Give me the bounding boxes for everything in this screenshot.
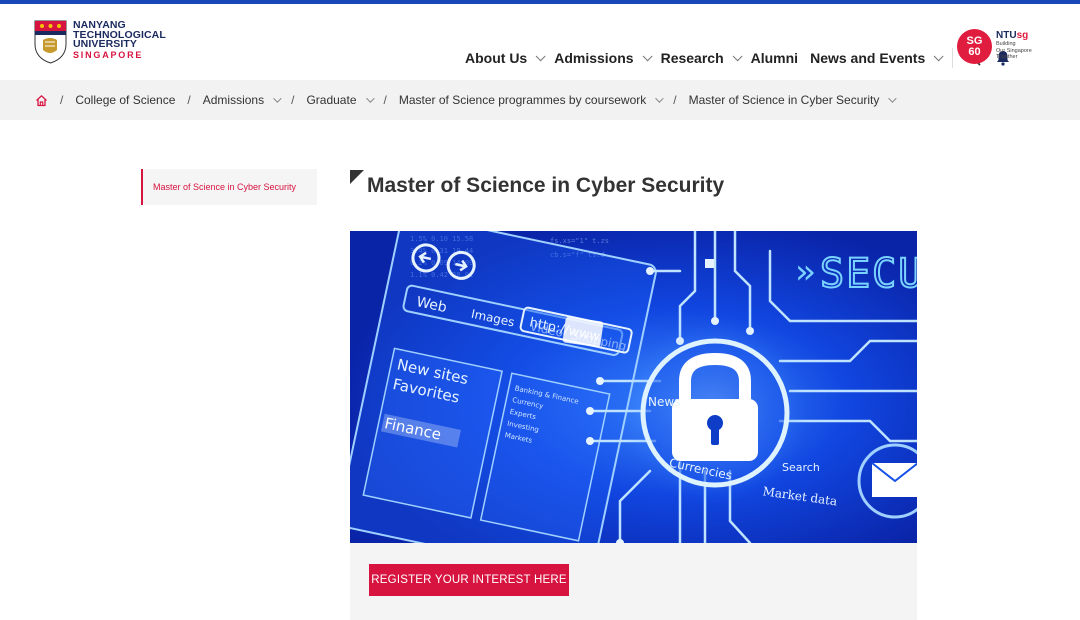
breadcrumb-separator: / bbox=[187, 93, 191, 107]
site-header: NANYANG TECHNOLOGICAL UNIVERSITY SINGAPO… bbox=[0, 4, 1080, 80]
main-nav: About Us Admissions Research Alumni News… bbox=[465, 48, 1023, 68]
svg-text:fs.xs="1" t.zs: fs.xs="1" t.zs bbox=[550, 237, 609, 245]
breadcrumb-separator: / bbox=[60, 93, 64, 107]
hero-text-news: News bbox=[648, 395, 680, 409]
nav-divider bbox=[952, 48, 954, 68]
ntusg-suffix: sg bbox=[1016, 30, 1029, 41]
nav-admissions[interactable]: Admissions bbox=[554, 50, 653, 66]
chevron-down-icon bbox=[273, 94, 282, 103]
chevron-down-icon bbox=[655, 94, 664, 103]
breadcrumb-college-of-science[interactable]: College of Science bbox=[75, 93, 175, 107]
breadcrumb-label: Master of Science programmes by coursewo… bbox=[398, 93, 647, 107]
breadcrumb-admissions[interactable]: Admissions bbox=[202, 93, 282, 107]
nav-alumni-label: Alumni bbox=[750, 50, 799, 66]
sidebar-item-label: Master of Science in Cyber Security bbox=[153, 182, 297, 192]
breadcrumb-separator: / bbox=[673, 93, 677, 107]
breadcrumb: / College of Science / Admissions / Grad… bbox=[0, 80, 1080, 120]
nav-about-us[interactable]: About Us bbox=[465, 50, 546, 66]
register-interest-button[interactable]: REGISTER YOUR INTEREST HERE bbox=[369, 564, 569, 596]
nav-news-label: News and Events bbox=[810, 50, 926, 66]
nav-news-and-events[interactable]: News and Events bbox=[810, 50, 944, 66]
logo-line3: UNIVERSITY bbox=[73, 38, 138, 50]
hero-image: 1.5% 0.10 15.58 3.4% 0.31 19.44 0.2% 0.0… bbox=[350, 231, 917, 543]
hero-text-search: Search bbox=[782, 461, 820, 474]
breadcrumb-label: Admissions bbox=[202, 93, 265, 107]
sg60-badge[interactable]: SG 60 bbox=[957, 29, 992, 64]
ntu-logo[interactable]: NANYANG TECHNOLOGICAL UNIVERSITY SINGAPO… bbox=[34, 20, 166, 64]
hero-text-secur-word: SECUR bbox=[820, 251, 917, 297]
breadcrumb-separator: / bbox=[291, 93, 295, 107]
nav-research-label: Research bbox=[660, 50, 724, 66]
chevron-down-icon bbox=[933, 50, 944, 61]
title-corner-mark bbox=[350, 170, 364, 184]
breadcrumb-label: College of Science bbox=[75, 93, 176, 107]
nav-research[interactable]: Research bbox=[660, 50, 743, 66]
cyber-security-illustration: 1.5% 0.10 15.58 3.4% 0.31 19.44 0.2% 0.0… bbox=[350, 231, 917, 543]
home-icon bbox=[36, 94, 47, 106]
chevron-down-icon bbox=[642, 50, 653, 61]
breadcrumb-separator: / bbox=[383, 93, 387, 107]
ntusg-tag3: Together bbox=[996, 54, 1018, 60]
ntusg-prefix: NTU bbox=[996, 30, 1017, 41]
breadcrumb-label: Graduate bbox=[306, 93, 357, 107]
breadcrumb-msc-coursework[interactable]: Master of Science programmes by coursewo… bbox=[398, 93, 664, 107]
nav-admissions-label: Admissions bbox=[554, 50, 634, 66]
crest-icon bbox=[34, 20, 67, 64]
chevron-down-icon bbox=[888, 94, 898, 103]
sg60-line2: 60 bbox=[968, 46, 981, 58]
nav-about-us-label: About Us bbox=[465, 50, 528, 66]
logo-line4: SINGAPORE bbox=[73, 49, 144, 60]
chevron-down-icon bbox=[535, 50, 546, 61]
breadcrumb-msc-cyber-security[interactable]: Master of Science in Cyber Security bbox=[688, 93, 898, 107]
card-icon bbox=[562, 316, 604, 348]
page-title: Master of Science in Cyber Security bbox=[367, 174, 725, 197]
breadcrumb-home[interactable] bbox=[35, 94, 48, 107]
hero-text-secur: » bbox=[795, 252, 817, 292]
sidebar-item-msc-cyber-security[interactable]: Master of Science in Cyber Security bbox=[141, 169, 317, 205]
ntusg-tagline: NTUsg Building Our Singapore Together bbox=[996, 30, 1032, 61]
nav-alumni[interactable]: Alumni bbox=[751, 50, 798, 66]
breadcrumb-label: Master of Science in Cyber Security bbox=[688, 93, 880, 107]
breadcrumb-graduate[interactable]: Graduate bbox=[306, 93, 375, 107]
chevron-down-icon bbox=[365, 94, 375, 103]
chevron-down-icon bbox=[732, 50, 743, 61]
